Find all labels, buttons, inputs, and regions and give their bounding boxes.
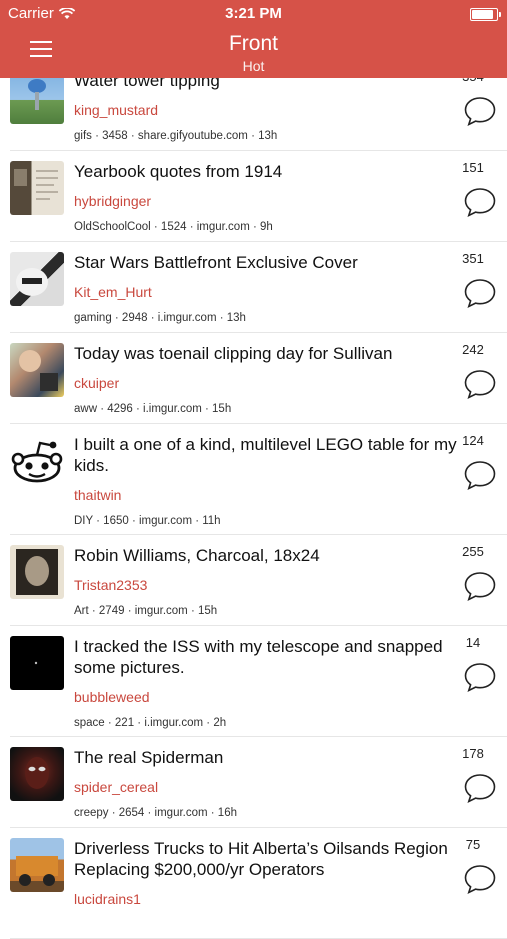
post-author[interactable]: king_mustard — [74, 102, 158, 118]
post-meta: DIY · 1650 · imgur.com · 11h — [74, 515, 221, 527]
post-author[interactable]: thaitwin — [74, 487, 121, 503]
post-row[interactable]: I built a one of a kind, multilevel LEGO… — [10, 424, 507, 535]
post-author[interactable]: Tristan2353 — [74, 577, 147, 593]
stormtrooper-thumbnail[interactable] — [10, 252, 64, 306]
post-meta: aww · 4296 · i.imgur.com · 15h — [74, 403, 232, 415]
post-title[interactable]: I built a one of a kind, multilevel LEGO… — [74, 434, 460, 476]
yearbook-thumbnail[interactable] — [10, 161, 64, 215]
comment-bubble-icon[interactable] — [463, 186, 497, 218]
status-bar: Carrier 3:21 PM — [0, 0, 507, 28]
post-row[interactable]: Driverless Trucks to Hit Alberta’s Oilsa… — [10, 828, 507, 939]
post-row[interactable]: Today was toenail clipping day for Sulli… — [10, 333, 507, 424]
post-title[interactable]: Yearbook quotes from 1914 — [74, 161, 460, 182]
post-author[interactable]: Kit_em_Hurt — [74, 284, 152, 300]
baby-thumbnail[interactable] — [10, 343, 64, 397]
truck-thumbnail[interactable] — [10, 838, 64, 892]
comment-count: 151 — [462, 160, 484, 175]
comment-bubble-icon[interactable] — [463, 277, 497, 309]
post-row[interactable]: Star Wars Battlefront Exclusive Cover Ki… — [10, 242, 507, 333]
comment-bubble-icon[interactable] — [463, 661, 497, 693]
battery-icon — [470, 8, 501, 21]
post-title[interactable]: Robin Williams, Charcoal, 18x24 — [74, 545, 460, 566]
comment-count: 178 — [462, 746, 484, 761]
post-meta: Art · 2749 · imgur.com · 15h — [74, 605, 218, 617]
post-row[interactable]: Robin Williams, Charcoal, 18x24 Tristan2… — [10, 535, 507, 626]
post-row[interactable]: Yearbook quotes from 1914 hybridginger O… — [10, 151, 507, 242]
sort-subtitle[interactable]: Hot — [0, 58, 507, 74]
post-title[interactable]: Star Wars Battlefront Exclusive Cover — [74, 252, 460, 273]
post-title[interactable]: I tracked the ISS with my telescope and … — [74, 636, 460, 678]
clock: 3:21 PM — [225, 5, 282, 22]
comment-count: 242 — [462, 342, 484, 357]
reddit-alien-icon[interactable] — [10, 434, 64, 488]
post-author[interactable]: ckuiper — [74, 375, 119, 391]
post-meta: space · 221 · i.imgur.com · 2h — [74, 717, 227, 729]
post-list: Water tower tipping king_mustard gifs · … — [0, 60, 507, 939]
post-author[interactable]: lucidrains1 — [74, 891, 141, 907]
post-meta: gaming · 2948 · i.imgur.com · 13h — [74, 312, 246, 324]
post-meta: OldSchoolCool · 1524 · imgur.com · 9h — [74, 221, 273, 233]
post-title[interactable]: Today was toenail clipping day for Sulli… — [74, 343, 460, 364]
post-title[interactable]: Driverless Trucks to Hit Alberta’s Oilsa… — [74, 838, 460, 880]
comment-bubble-icon[interactable] — [463, 95, 497, 127]
water-tower-thumbnail[interactable] — [10, 70, 64, 124]
comment-bubble-icon[interactable] — [463, 368, 497, 400]
comment-bubble-icon[interactable] — [463, 863, 497, 895]
post-author[interactable]: hybridginger — [74, 193, 151, 209]
page-title: Front — [228, 32, 278, 55]
comment-count: 14 — [465, 635, 481, 650]
spiderman-thumbnail[interactable] — [10, 747, 64, 801]
comment-count: 351 — [462, 251, 484, 266]
comment-count: 255 — [462, 544, 484, 559]
post-meta: gifs · 3458 · share.gifyoutube.com · 13h — [74, 130, 278, 142]
comment-bubble-icon[interactable] — [463, 772, 497, 804]
post-author[interactable]: bubbleweed — [74, 689, 150, 705]
comment-count: 75 — [465, 837, 481, 852]
iss-thumbnail[interactable] — [10, 636, 64, 690]
post-title[interactable]: The real Spiderman — [74, 747, 460, 768]
comment-bubble-icon[interactable] — [463, 459, 497, 491]
post-row[interactable]: I tracked the ISS with my telescope and … — [10, 626, 507, 737]
comment-count: 124 — [462, 433, 484, 448]
post-author[interactable]: spider_cereal — [74, 779, 158, 795]
post-meta: creepy · 2654 · imgur.com · 16h — [74, 807, 237, 819]
comment-bubble-icon[interactable] — [463, 570, 497, 602]
nav-bar: Carrier 3:21 PM Front Hot — [0, 0, 507, 78]
portrait-thumbnail[interactable] — [10, 545, 64, 599]
post-row[interactable]: The real Spiderman spider_cereal creepy … — [10, 737, 507, 828]
